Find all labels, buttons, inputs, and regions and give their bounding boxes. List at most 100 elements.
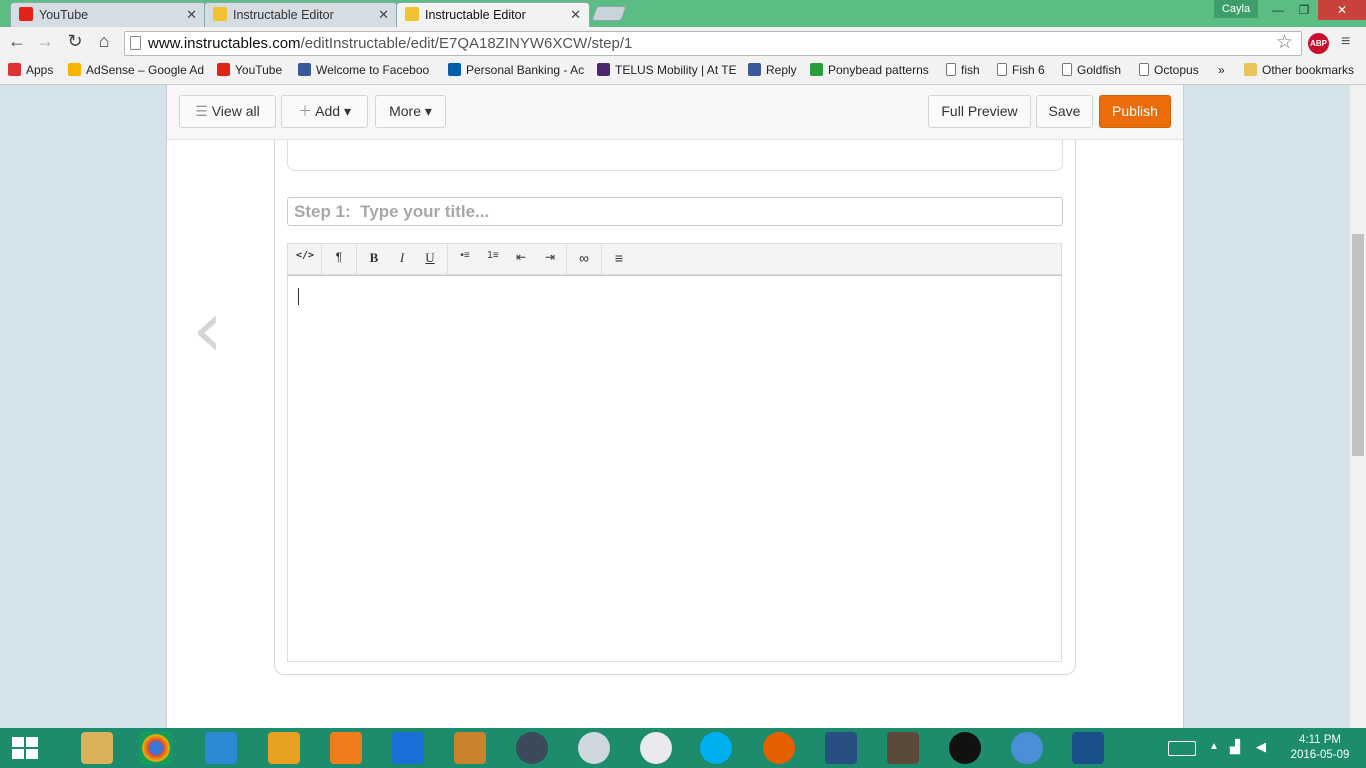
save-button[interactable]: Save — [1036, 95, 1093, 128]
previous-step-arrow-icon[interactable]: ‹ — [192, 291, 223, 369]
list-icon: ☰ — [195, 103, 212, 119]
underline-button[interactable]: U — [418, 250, 442, 268]
bookmark-favicon-icon — [810, 63, 823, 76]
close-tab-icon[interactable]: ✕ — [570, 7, 581, 23]
step-title-input[interactable] — [287, 197, 1063, 226]
bookmark-favicon-icon — [217, 63, 230, 76]
bookmark-label: Reply — [766, 63, 797, 77]
reload-icon[interactable]: ↻ — [64, 31, 86, 52]
bookmark-item[interactable]: Goldfish — [1062, 63, 1121, 77]
instructables-robot-icon — [213, 7, 227, 21]
window-close-icon[interactable]: ✕ — [1318, 0, 1366, 20]
file-explorer-icon[interactable] — [81, 732, 113, 764]
bookmark-favicon-icon — [946, 63, 956, 76]
forward-icon[interactable]: → — [34, 31, 56, 52]
bookmark-favicon-icon — [8, 63, 21, 76]
adblock-icon[interactable]: ABP — [1308, 33, 1329, 54]
indent-button[interactable]: ⇥ — [538, 250, 562, 268]
itunes-icon[interactable] — [640, 732, 672, 764]
toolbar-divider — [566, 244, 567, 274]
malwarebytes-icon[interactable] — [392, 732, 424, 764]
office-icon[interactable] — [268, 732, 300, 764]
other-bookmarks[interactable]: Other bookmarks — [1244, 63, 1354, 77]
bookmark-item[interactable]: fish — [946, 63, 980, 77]
align-button[interactable]: ≡ — [607, 250, 631, 268]
menu-icon[interactable]: ≡ — [1341, 33, 1350, 51]
skype-icon[interactable] — [700, 732, 732, 764]
minimize-icon[interactable]: — — [1264, 0, 1292, 20]
tab-youtube[interactable]: YouTube ✕ — [10, 2, 206, 27]
source-code-button[interactable]: </> — [293, 250, 317, 268]
toolbar-divider — [321, 244, 322, 274]
bookmark-star-icon[interactable]: ☆ — [1276, 31, 1293, 54]
firefox-icon[interactable] — [763, 732, 795, 764]
media-icon[interactable] — [516, 732, 548, 764]
add-button[interactable]: ＋ Add ▾ — [281, 95, 368, 128]
back-icon[interactable]: ← — [6, 31, 28, 52]
chrome-icon[interactable] — [140, 732, 172, 764]
bookmark-item[interactable]: Apps — [8, 63, 53, 77]
keyboard-icon[interactable] — [1168, 741, 1196, 756]
bookmark-favicon-icon — [997, 63, 1007, 76]
volume-icon[interactable]: ◀ — [1256, 739, 1266, 755]
paragraph-format-button[interactable]: ¶ — [327, 250, 351, 268]
bookmarks-overflow[interactable]: » — [1218, 63, 1225, 77]
other-bookmarks-label: Other bookmarks — [1262, 63, 1355, 77]
more-button[interactable]: More ▾ — [375, 95, 446, 128]
play-icon[interactable] — [949, 732, 981, 764]
bookmark-label: Octopus — [1154, 63, 1199, 77]
video-player-icon[interactable] — [330, 732, 362, 764]
webcam-icon[interactable] — [887, 732, 919, 764]
solitaire-icon[interactable] — [1072, 732, 1104, 764]
profile-button[interactable]: Cayla — [1214, 0, 1258, 18]
instructables-robot-icon — [405, 7, 419, 21]
full-preview-button[interactable]: Full Preview — [928, 95, 1031, 128]
bookmark-item[interactable]: Fish 6 — [997, 63, 1045, 77]
home-icon[interactable]: ⌂ — [93, 31, 115, 52]
bold-button[interactable]: B — [362, 250, 386, 268]
italic-button[interactable]: I — [390, 250, 414, 268]
page-icon — [130, 36, 141, 50]
remote-desktop-icon[interactable] — [825, 732, 857, 764]
bulleted-list-button[interactable]: •≡ — [453, 250, 477, 268]
tray-expand-icon[interactable]: ▲ — [1209, 741, 1219, 752]
more-label: More — [389, 103, 421, 119]
tab-instructable-editor-1[interactable]: Instructable Editor ✕ — [204, 2, 398, 27]
text-caret — [298, 288, 299, 305]
bookmark-item[interactable]: Personal Banking - Ac — [448, 63, 584, 77]
bookmark-favicon-icon — [448, 63, 461, 76]
publish-button[interactable]: Publish — [1099, 95, 1171, 128]
scrollbar-thumb[interactable] — [1352, 234, 1364, 456]
folder-icon — [1244, 63, 1257, 76]
outdent-button[interactable]: ⇤ — [509, 250, 533, 268]
new-tab-button[interactable] — [591, 6, 627, 21]
windows-start-icon[interactable] — [12, 737, 38, 759]
bookmark-label: TELUS Mobility | At TE — [615, 63, 737, 77]
link-button[interactable]: ∞ — [572, 250, 596, 268]
url-text[interactable]: www.instructables.com/editInstructable/e… — [148, 35, 632, 52]
toolbar-divider — [601, 244, 602, 274]
bookmark-item[interactable]: TELUS Mobility | At TE — [597, 63, 737, 77]
view-all-button[interactable]: ☰ View all — [179, 95, 276, 128]
bookmark-item[interactable]: AdSense – Google Ad — [68, 63, 204, 77]
bookmark-item[interactable]: YouTube — [217, 63, 282, 77]
restore-icon[interactable]: ❐ — [1290, 0, 1318, 20]
signal-icon[interactable]: ▟ — [1230, 739, 1240, 755]
app-w-icon[interactable] — [205, 732, 237, 764]
tab-instructable-editor-2[interactable]: Instructable Editor ✕ — [396, 2, 590, 27]
step-body-editor[interactable] — [287, 275, 1062, 662]
bookmark-item[interactable]: Ponybead patterns — [810, 63, 929, 77]
close-tab-icon[interactable]: ✕ — [378, 7, 389, 23]
bank-icon[interactable] — [454, 732, 486, 764]
bookmark-item[interactable]: Octopus — [1139, 63, 1199, 77]
bookmark-label: Personal Banking - Ac — [466, 63, 585, 77]
taskbar-clock[interactable]: 4:11 PM 2016-05-09 — [1282, 733, 1358, 763]
bookmark-item[interactable]: Reply — [748, 63, 797, 77]
toolbar-divider — [356, 244, 357, 274]
numbered-list-button[interactable]: 1≡ — [481, 250, 505, 268]
camera-icon[interactable] — [578, 732, 610, 764]
caret-down-icon: ▾ — [340, 103, 351, 119]
close-tab-icon[interactable]: ✕ — [186, 7, 197, 23]
safari-icon[interactable] — [1011, 732, 1043, 764]
bookmark-item[interactable]: Welcome to Faceboo — [298, 63, 429, 77]
